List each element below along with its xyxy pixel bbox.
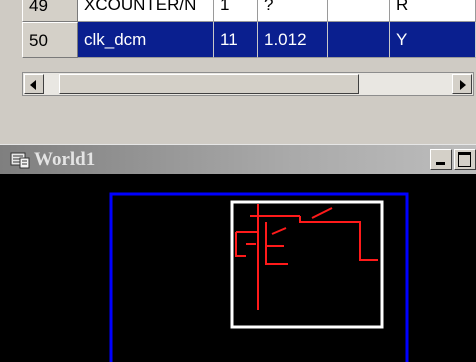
table-row[interactable]: 49 XCOUNTER/N 1 ? R: [22, 0, 476, 22]
table-cell[interactable]: R: [390, 0, 476, 22]
scroll-left-button[interactable]: [24, 74, 44, 94]
net-name-cell[interactable]: clk_dcm: [78, 22, 214, 58]
table-cell[interactable]: Y: [390, 22, 476, 58]
table-cell[interactable]: [328, 0, 390, 22]
maximize-icon: [458, 152, 471, 167]
window-title: World1: [34, 149, 96, 170]
net-name-cell[interactable]: XCOUNTER/N: [78, 0, 214, 22]
row-number-cell[interactable]: 49: [22, 0, 78, 22]
world-window-titlebar[interactable]: World1: [0, 144, 476, 175]
arrow-right-icon: [460, 80, 466, 90]
scroll-right-button[interactable]: [452, 74, 472, 94]
row-number-cell[interactable]: 50: [22, 22, 78, 58]
table-cell[interactable]: 1.012: [258, 22, 328, 58]
world-view-svg: [109, 192, 409, 362]
minimize-icon: [436, 162, 445, 165]
spreadsheet-table: 49 XCOUNTER/N 1 ? R 50 clk_dcm 11 1.012 …: [0, 0, 476, 102]
minimize-button[interactable]: [430, 149, 452, 170]
world-icon: [10, 150, 30, 170]
table-cell[interactable]: ?: [258, 0, 328, 22]
horizontal-scrollbar[interactable]: [22, 72, 474, 96]
table-row-selected[interactable]: 50 clk_dcm 11 1.012 Y: [22, 22, 476, 58]
world-canvas[interactable]: [0, 174, 476, 362]
schematic-net: [235, 204, 378, 310]
viewport-frame: [230, 200, 384, 329]
table-cell[interactable]: 11: [214, 22, 258, 58]
scrollbar-thumb[interactable]: [59, 74, 359, 94]
table-cell[interactable]: 1: [214, 0, 258, 22]
arrow-left-icon: [30, 80, 36, 90]
table-cell[interactable]: [328, 22, 390, 58]
maximize-button[interactable]: [454, 149, 476, 170]
